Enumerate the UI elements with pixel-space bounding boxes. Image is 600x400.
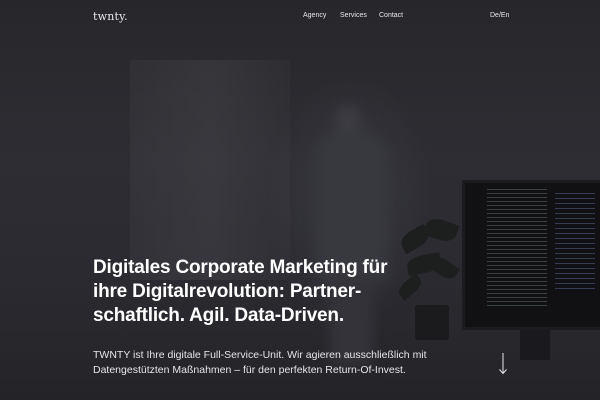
window-light	[130, 60, 290, 280]
hero-headline: Digitales Corporate Marketing für ihre D…	[93, 256, 403, 328]
hero-background-image	[0, 0, 600, 400]
hero-intro-text: TWNTY ist Ihre digitale Full-Service-Uni…	[93, 348, 453, 378]
plant	[395, 210, 465, 340]
monitor-stand	[520, 330, 550, 360]
site-logo[interactable]: twnty.	[93, 10, 128, 23]
nav-link-agency[interactable]: Agency	[303, 12, 326, 19]
headline-line: Digitales Corporate Marketing für	[93, 257, 388, 278]
headline-line: ihre Digitalrevolution: Partner-	[93, 281, 362, 302]
intro-line: Datengestützten Maßnahmen – für den perf…	[93, 364, 406, 376]
nav-link-contact[interactable]: Contact	[379, 12, 403, 19]
language-switch[interactable]: De/En	[490, 12, 509, 19]
nav-link-services[interactable]: Services	[340, 12, 367, 19]
computer-monitor	[462, 180, 600, 330]
headline-line: schaftlich. Agil. Data-Driven.	[93, 305, 344, 326]
arrow-down-icon[interactable]	[497, 352, 509, 376]
intro-line: TWNTY ist Ihre digitale Full-Service-Uni…	[93, 349, 427, 361]
